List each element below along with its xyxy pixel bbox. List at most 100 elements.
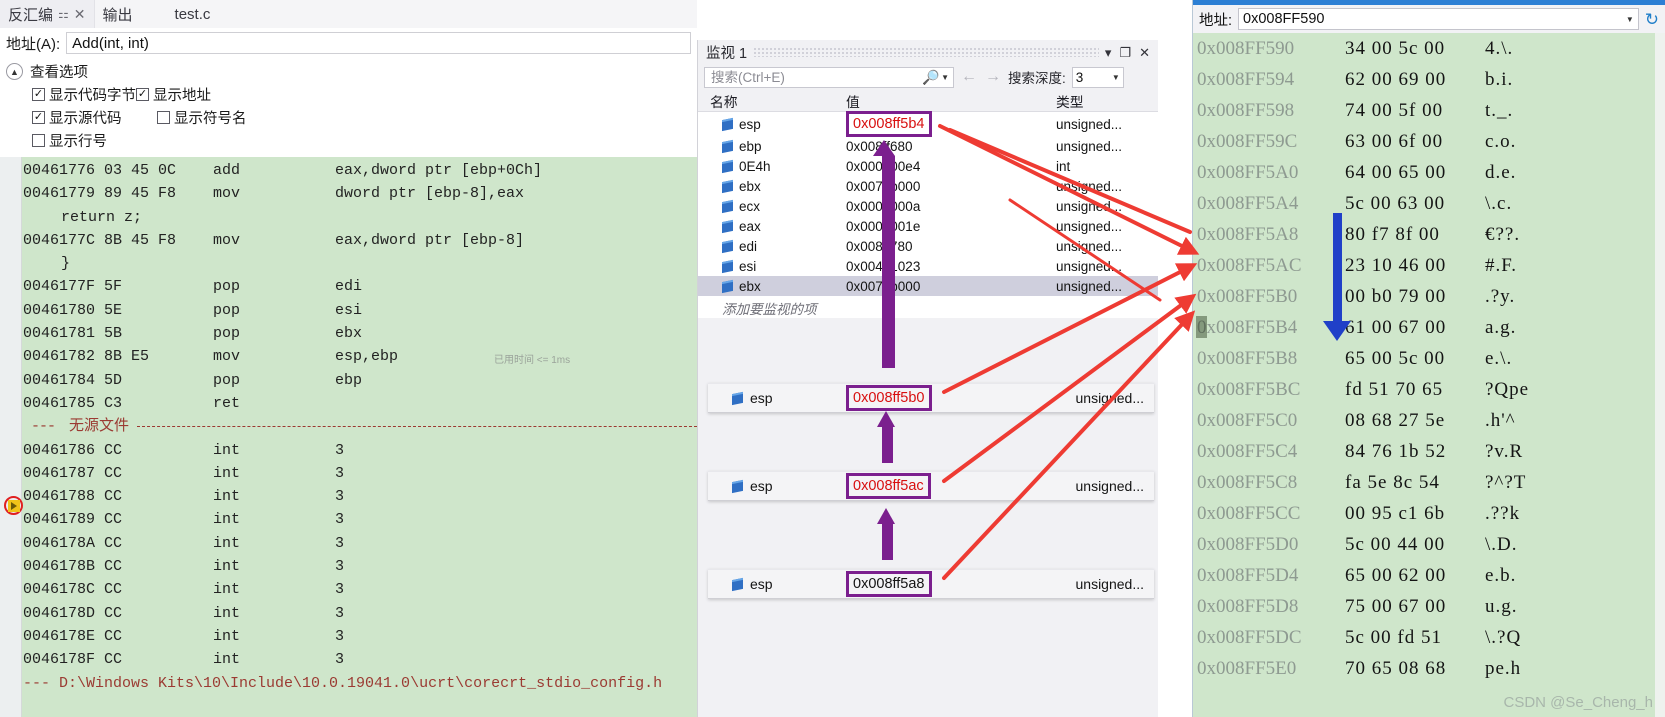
- memory-scrollbar[interactable]: [1655, 33, 1665, 717]
- checkbox-show-address[interactable]: ✓: [136, 88, 149, 101]
- watch-row[interactable]: ebx 0x0079b000unsigned...: [698, 176, 1158, 196]
- code-area[interactable]: 00461776 03 45 0C add eax,dword ptr [ebp+0…: [0, 157, 697, 717]
- memory-row[interactable]: 0x008FF5B4 61 00 67 00 a.g.: [1193, 312, 1665, 343]
- floating-watch-card-1[interactable]: esp 0x008ff5b0 unsigned...: [708, 383, 1154, 413]
- tab-testc[interactable]: test.c: [140, 0, 219, 28]
- code-line[interactable]: 0046178B CC int 3: [23, 555, 697, 578]
- close-icon[interactable]: ✕: [74, 6, 86, 23]
- option-show-address[interactable]: ✓ 显示地址: [136, 84, 211, 105]
- watch-row[interactable]: eax 0x0000001eunsigned...: [698, 216, 1158, 236]
- memory-address-combo[interactable]: 0x008FF590 ▼: [1238, 8, 1639, 30]
- code-line[interactable]: 0046178A CC int 3: [23, 532, 697, 555]
- code-line[interactable]: 00461788 CC int 3: [23, 485, 697, 508]
- search-depth-stepper[interactable]: 3 ▼: [1071, 66, 1124, 88]
- watch-row[interactable]: ebx 0x0079b000unsigned...: [698, 276, 1158, 296]
- watch-item-value[interactable]: 0x0000001e: [846, 219, 1056, 234]
- nav-back-icon[interactable]: ←: [960, 68, 978, 86]
- memory-row[interactable]: 0x008FF590 34 00 5c 00 4.\.: [1193, 33, 1665, 64]
- code-line[interactable]: 0046177F 5F pop edi: [23, 275, 697, 298]
- column-header-name[interactable]: 名称: [698, 91, 846, 111]
- code-line[interactable]: 00461786 CC int 3: [23, 439, 697, 462]
- tab-disassembly[interactable]: 反汇编 ⚏ ✕: [0, 0, 95, 28]
- code-line[interactable]: 00461780 5E pop esi: [23, 299, 697, 322]
- memory-row[interactable]: 0x008FF5A0 64 00 65 00 d.e.: [1193, 157, 1665, 188]
- watch-item-value[interactable]: 0x008ff5a8: [846, 571, 1046, 597]
- memory-row[interactable]: 0x008FF5E0 70 65 08 68 pe.h: [1193, 653, 1665, 684]
- checkbox-show-symbols[interactable]: [157, 111, 170, 124]
- code-line[interactable]: 00461789 CC int 3: [23, 508, 697, 531]
- refresh-icon[interactable]: ↻: [1645, 11, 1659, 28]
- chevron-up-icon[interactable]: ▲: [6, 63, 23, 80]
- memory-row[interactable]: 0x008FF5C4 84 76 1b 52 ?v.R: [1193, 436, 1665, 467]
- memory-row[interactable]: 0x008FF5CC 00 95 c1 6b .??k: [1193, 498, 1665, 529]
- watch-row[interactable]: edi 0x008ff780 unsigned...: [698, 236, 1158, 256]
- pin-icon[interactable]: ⚏: [58, 7, 69, 21]
- memory-row[interactable]: 0x008FF5D8 75 00 67 00 u.g.: [1193, 591, 1665, 622]
- memory-row[interactable]: 0x008FF594 62 00 69 00 b.i.: [1193, 64, 1665, 95]
- watch-row[interactable]: 0E4h 0x000000e4int: [698, 156, 1158, 176]
- checkbox-show-source[interactable]: ✓: [32, 111, 45, 124]
- memory-row[interactable]: 0x008FF5A4 5c 00 63 00 \.c.: [1193, 188, 1665, 219]
- address-input[interactable]: [66, 32, 691, 54]
- code-gutter[interactable]: [0, 157, 22, 717]
- code-line[interactable]: 00461785 C3 ret: [23, 392, 697, 415]
- search-box[interactable]: 🔍 ▼: [704, 66, 954, 88]
- code-line[interactable]: 0046178C CC int 3: [23, 578, 697, 601]
- memory-row[interactable]: 0x008FF5B0 00 b0 79 00 .?y.: [1193, 281, 1665, 312]
- code-line[interactable]: 00461782 8B E5 mov esp,ebp: [23, 345, 697, 368]
- code-line[interactable]: 00461776 03 45 0C add eax,dword ptr [ebp+0…: [23, 159, 697, 182]
- watch-row[interactable]: esi 0x00461023unsigned...: [698, 256, 1158, 276]
- floating-watch-card-3[interactable]: esp 0x008ff5a8 unsigned...: [708, 569, 1154, 599]
- code-line[interactable]: 0046178D CC int 3: [23, 602, 697, 625]
- watch-item-value[interactable]: 0x0000000a: [846, 199, 1056, 214]
- memory-row[interactable]: 0x008FF5B8 65 00 5c 00 e.\.: [1193, 343, 1665, 374]
- option-show-source[interactable]: ✓ 显示源代码: [32, 107, 157, 128]
- chevron-down-icon[interactable]: ▼: [1112, 73, 1120, 82]
- watch-item-value[interactable]: 0x008ff5ac: [846, 473, 1046, 499]
- watch-item-value[interactable]: 0x0079b000: [846, 179, 1056, 194]
- memory-row[interactable]: 0x008FF5DC 5c 00 fd 51 \.?Q: [1193, 622, 1665, 653]
- floating-watch-card-2[interactable]: esp 0x008ff5ac unsigned...: [708, 471, 1154, 501]
- option-show-symbols[interactable]: 显示符号名: [157, 107, 247, 128]
- code-line[interactable]: 00461784 5D pop ebp: [23, 369, 697, 392]
- watch-item-value[interactable]: 0x0079b000: [846, 279, 1056, 294]
- watch-row[interactable]: esp 0x008ff5b4 unsigned...: [698, 111, 1158, 137]
- tab-output[interactable]: 输出: [94, 0, 141, 28]
- code-line[interactable]: 0046178E CC int 3: [23, 625, 697, 648]
- memory-row[interactable]: 0x008FF598 74 00 5f 00 t._.: [1193, 95, 1665, 126]
- close-icon[interactable]: ✕: [1139, 46, 1150, 59]
- checkbox-show-linenumbers[interactable]: [32, 134, 45, 147]
- code-line[interactable]: 0046178F CC int 3: [23, 648, 697, 671]
- add-watch-hint[interactable]: 添加要监视的项: [698, 296, 1158, 318]
- memory-row[interactable]: 0x008FF5A8 80 f7 8f 00 €??.: [1193, 219, 1665, 250]
- watch-row[interactable]: ecx 0x0000000aunsigned...: [698, 196, 1158, 216]
- column-header-type[interactable]: 类型: [1056, 91, 1158, 111]
- watch-rows[interactable]: esp 0x008ff5b4 unsigned... ebp 0x008ff680 uns…: [698, 111, 1158, 296]
- watch-item-value[interactable]: 0x00461023: [846, 259, 1056, 274]
- memory-rows[interactable]: 0x008FF590 34 00 5c 00 4.\. 0x008FF594 62 00…: [1193, 33, 1665, 717]
- code-line[interactable]: 00461787 CC int 3: [23, 462, 697, 485]
- search-icon[interactable]: 🔍: [922, 69, 939, 86]
- chevron-down-icon[interactable]: ▼: [1626, 15, 1634, 24]
- memory-row[interactable]: 0x008FF59C 63 00 6f 00 c.o.: [1193, 126, 1665, 157]
- memory-row[interactable]: 0x008FF5C0 08 68 27 5e .h'^: [1193, 405, 1665, 436]
- search-input[interactable]: [709, 68, 922, 86]
- nav-forward-icon[interactable]: →: [984, 68, 1002, 86]
- memory-row[interactable]: 0x008FF5D4 65 00 62 00 e.b.: [1193, 560, 1665, 591]
- option-show-linenumbers[interactable]: 显示行号: [32, 130, 107, 151]
- option-show-code-bytes[interactable]: ✓ 显示代码字节: [32, 84, 136, 105]
- drag-dots[interactable]: [753, 47, 1099, 57]
- watch-item-value[interactable]: 0x000000e4: [846, 159, 1056, 174]
- watch-item-value[interactable]: 0x008ff780: [846, 239, 1056, 254]
- view-options-header[interactable]: ▲ 查看选项: [6, 61, 697, 82]
- maximize-icon[interactable]: ❐: [1119, 46, 1131, 59]
- chevron-down-icon[interactable]: ▼: [941, 73, 949, 82]
- watch-item-value[interactable]: 0x008ff5b0: [846, 385, 1046, 411]
- watch-item-value[interactable]: 0x008ff5b4: [846, 111, 1056, 137]
- watch-row[interactable]: ebp 0x008ff680 unsigned...: [698, 136, 1158, 156]
- checkbox-show-code-bytes[interactable]: ✓: [32, 88, 45, 101]
- code-line[interactable]: 00461781 5B pop ebx: [23, 322, 697, 345]
- memory-row[interactable]: 0x008FF5D0 5c 00 44 00 \.D.: [1193, 529, 1665, 560]
- column-header-value[interactable]: 值: [846, 91, 1056, 111]
- memory-row[interactable]: 0x008FF5BC fd 51 70 65 ?Qpe: [1193, 374, 1665, 405]
